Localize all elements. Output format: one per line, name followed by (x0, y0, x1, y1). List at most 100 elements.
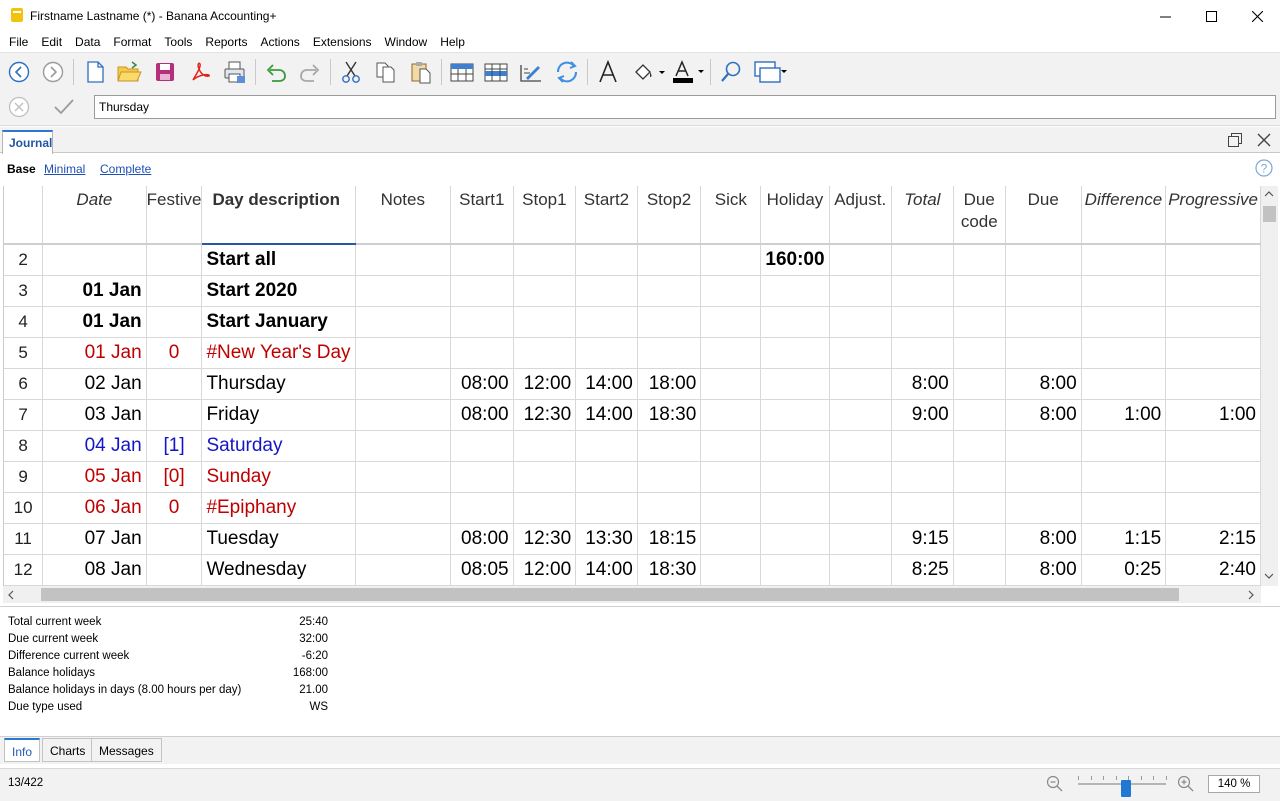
table-cell[interactable]: 18:30 (637, 554, 702, 586)
zoom-in-icon[interactable] (1177, 775, 1195, 793)
table-cell[interactable] (1005, 461, 1082, 493)
table-cell[interactable]: 12:00 (513, 368, 577, 400)
column-header[interactable]: Progressive (1165, 186, 1261, 245)
table-cell[interactable] (513, 244, 577, 276)
tab-info[interactable]: Info (4, 738, 41, 762)
row-number[interactable]: 8 (4, 430, 44, 462)
table-cell[interactable] (829, 368, 892, 400)
table-cell[interactable] (1081, 368, 1167, 400)
table-cell[interactable] (829, 275, 892, 307)
column-header[interactable]: Notes (355, 186, 452, 245)
table-cell[interactable] (355, 461, 452, 493)
table-cell[interactable]: 18:00 (637, 368, 702, 400)
column-header[interactable]: Start1 (450, 186, 514, 245)
scroll-right-icon[interactable] (1247, 590, 1255, 600)
column-header[interactable]: Holiday (760, 186, 830, 245)
table-cell[interactable] (1005, 275, 1082, 307)
table-cell[interactable]: 2:15 (1165, 523, 1261, 555)
table-cell[interactable] (146, 554, 203, 586)
save-button[interactable] (150, 57, 180, 87)
table-cell[interactable] (1165, 368, 1261, 400)
table-cell[interactable] (355, 554, 452, 586)
table-cell[interactable] (891, 337, 954, 369)
table-cell[interactable] (829, 430, 892, 462)
insert-rows-button[interactable] (447, 57, 477, 87)
table-cell[interactable] (953, 430, 1006, 462)
table-cell[interactable] (575, 492, 638, 524)
table-cell[interactable] (1005, 337, 1082, 369)
table-row[interactable]: 4 01 Jan Start January (4, 306, 1261, 338)
table-cell[interactable]: 08:00 (450, 523, 514, 555)
table-cell[interactable]: Start January (201, 306, 356, 338)
column-header[interactable]: Sick (700, 186, 762, 245)
table-cell[interactable] (953, 492, 1006, 524)
table-cell[interactable] (1165, 492, 1261, 524)
row-number[interactable]: 7 (4, 399, 44, 431)
table-cell[interactable] (700, 368, 762, 400)
table-cell[interactable]: 08:05 (450, 554, 514, 586)
row-number[interactable]: 3 (4, 275, 44, 307)
find-button[interactable] (716, 57, 746, 87)
table-cell[interactable] (700, 430, 762, 462)
column-header[interactable]: Due (1005, 186, 1082, 245)
view-complete[interactable]: Complete (100, 162, 151, 176)
table-cell[interactable] (760, 461, 830, 493)
table-cell[interactable] (450, 337, 514, 369)
table-cell[interactable] (450, 244, 514, 276)
maximize-button[interactable] (1188, 0, 1234, 32)
table-cell[interactable]: 08 Jan (42, 554, 147, 586)
table-cell[interactable] (513, 337, 577, 369)
table-cell[interactable] (953, 337, 1006, 369)
table-cell[interactable] (42, 244, 147, 276)
close-window-button[interactable] (1234, 0, 1280, 32)
table-cell[interactable] (700, 554, 762, 586)
table-cell[interactable] (953, 523, 1006, 555)
tab-charts[interactable]: Charts (42, 738, 94, 762)
table-cell[interactable] (355, 492, 452, 524)
column-header[interactable]: Start2 (575, 186, 638, 245)
fill-color-button[interactable] (630, 57, 668, 87)
table-cell[interactable] (953, 306, 1006, 338)
table-cell[interactable] (1005, 492, 1082, 524)
pdf-button[interactable] (185, 57, 215, 87)
column-header[interactable]: Total (891, 186, 954, 245)
table-cell[interactable]: 0 (146, 337, 203, 369)
row-number[interactable]: 5 (4, 337, 44, 369)
cut-button[interactable] (336, 57, 366, 87)
table-cell[interactable]: 01 Jan (42, 306, 147, 338)
table-cell[interactable] (700, 275, 762, 307)
scroll-left-icon[interactable] (7, 590, 15, 600)
table-cell[interactable] (355, 244, 452, 276)
table-cell[interactable] (146, 275, 203, 307)
table-cell[interactable]: 08:00 (450, 399, 514, 431)
column-header[interactable]: Stop1 (513, 186, 577, 245)
table-row[interactable]: 9 05 Jan [0] Sunday (4, 461, 1261, 493)
table-cell[interactable] (829, 461, 892, 493)
table-cell[interactable] (891, 430, 954, 462)
table-cell[interactable]: 04 Jan (42, 430, 147, 462)
new-file-button[interactable] (80, 57, 110, 87)
table-cell[interactable] (1005, 430, 1082, 462)
table-cell[interactable] (575, 337, 638, 369)
table-cell[interactable] (760, 306, 830, 338)
table-cell[interactable] (355, 430, 452, 462)
table-cell[interactable] (1165, 337, 1261, 369)
table-cell[interactable] (700, 523, 762, 555)
vertical-scroll-thumb[interactable] (1263, 206, 1276, 222)
table-cell[interactable]: [0] (146, 461, 203, 493)
zoom-level[interactable]: 140 % (1208, 775, 1260, 793)
restore-panel-icon[interactable] (1228, 133, 1242, 147)
table-cell[interactable] (760, 399, 830, 431)
table-cell[interactable] (953, 368, 1006, 400)
table-cell[interactable]: 9:00 (891, 399, 954, 431)
table-row[interactable]: 12 08 Jan Wednesday 08:05 12:00 14:00 18:30 8:2… (4, 554, 1261, 586)
table-cell[interactable]: #Epiphany (201, 492, 356, 524)
close-panel-icon[interactable] (1257, 133, 1271, 147)
table-cell[interactable]: 18:30 (637, 399, 702, 431)
table-cell[interactable] (1081, 492, 1167, 524)
table-cell[interactable] (575, 306, 638, 338)
help-icon[interactable]: ? (1255, 159, 1273, 177)
menu-file[interactable]: File (2, 32, 34, 52)
table-cell[interactable] (450, 275, 514, 307)
table-cell[interactable] (953, 275, 1006, 307)
